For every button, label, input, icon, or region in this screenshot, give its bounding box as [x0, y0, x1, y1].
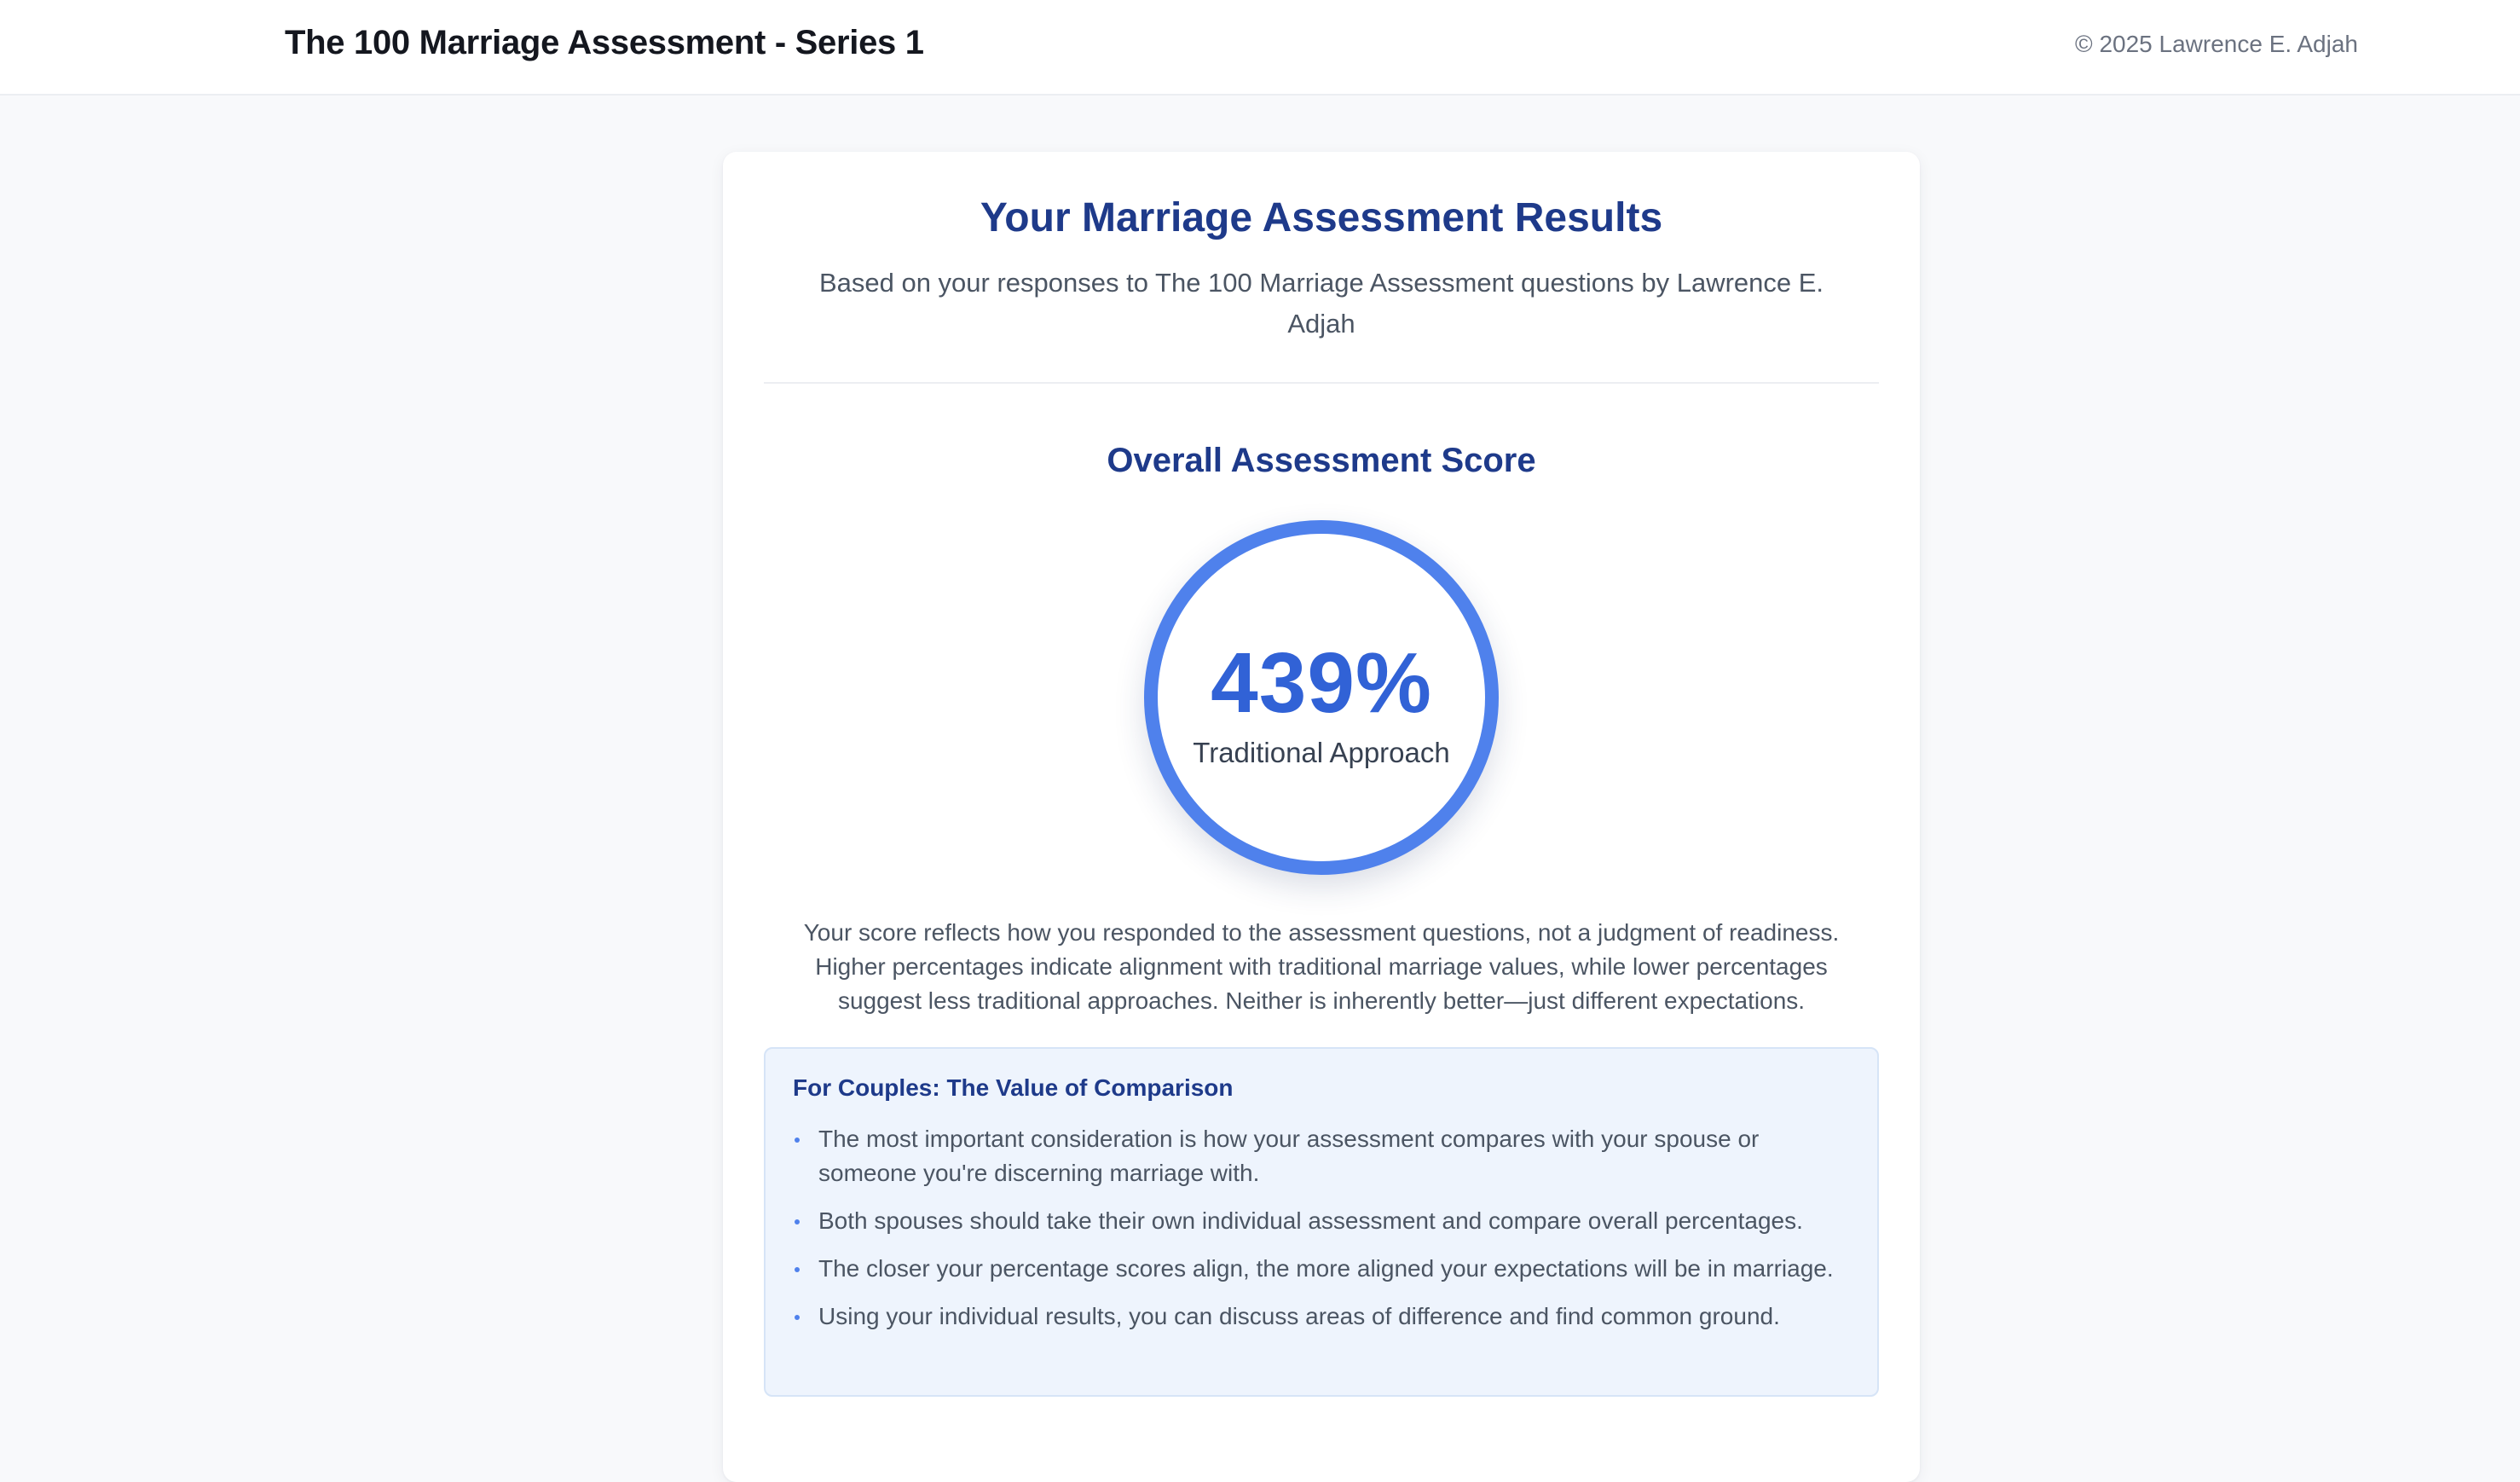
list-item: The closer your percentage scores align,…: [793, 1252, 1850, 1286]
bullet-icon: [795, 1267, 800, 1272]
list-item: Both spouses should take their own indiv…: [793, 1204, 1850, 1238]
results-subtitle: Based on your responses to The 100 Marri…: [818, 268, 1824, 339]
section-divider: [764, 382, 1879, 384]
top-bar: The 100 Marriage Assessment - Series 1 ©…: [0, 0, 2520, 96]
bullet-icon: [795, 1138, 800, 1143]
score-explanation: Your score reflects how you responded to…: [803, 919, 1840, 1014]
app-title: The 100 Marriage Assessment - Series 1: [285, 24, 924, 61]
couples-tips-list: The most important consideration is how …: [793, 1122, 1850, 1347]
list-item-text: The closer your percentage scores align,…: [818, 1255, 1834, 1282]
bullet-icon: [795, 1219, 800, 1224]
score-percentage: 439%: [1211, 635, 1432, 731]
copyright-text: © 2025 Lawrence E. Adjah: [2075, 31, 2358, 57]
list-item: The most important consideration is how …: [793, 1122, 1850, 1190]
score-circle: 439% Traditional Approach: [1144, 520, 1499, 875]
score-heading: Overall Assessment Score: [1107, 442, 1536, 479]
list-item-text: Both spouses should take their own indiv…: [818, 1207, 1803, 1234]
results-title: Your Marriage Assessment Results: [980, 195, 1663, 240]
couples-comparison-callout: For Couples: The Value of Comparison The…: [764, 1047, 1879, 1397]
bullet-icon: [795, 1315, 800, 1320]
results-card: Your Marriage Assessment Results Based o…: [723, 152, 1920, 1482]
score-category-label: Traditional Approach: [1193, 737, 1450, 768]
list-item-text: Using your individual results, you can d…: [818, 1303, 1780, 1329]
couples-callout-title: For Couples: The Value of Comparison: [793, 1074, 1234, 1101]
list-item-text: The most important consideration is how …: [818, 1126, 1760, 1186]
list-item: Using your individual results, you can d…: [793, 1300, 1850, 1334]
